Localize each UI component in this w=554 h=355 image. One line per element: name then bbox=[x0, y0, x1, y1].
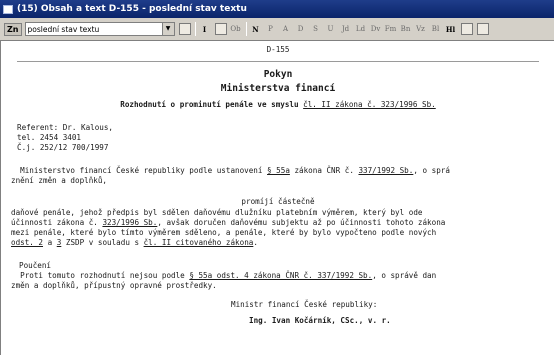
toolbar-button-dv[interactable]: Dv bbox=[370, 22, 382, 36]
paragraph-2-line-3: mezi penále, které bylo tímto výměrem sd… bbox=[11, 228, 437, 237]
toolbar-button-vz[interactable]: Vz bbox=[415, 22, 427, 36]
toolbar-separator bbox=[245, 22, 247, 36]
text: účinnosti zákona č. bbox=[11, 218, 103, 227]
text: Proti tomuto rozhodnutí nejsou podle bbox=[11, 271, 190, 280]
paragraph-1-line-1: Ministerstvo financí České republiky pod… bbox=[11, 166, 450, 175]
law-link[interactable]: § 55a odst. 4 zákona ČNR č. 337/1992 Sb. bbox=[189, 271, 372, 280]
instruction-heading: Poučení bbox=[19, 261, 52, 270]
toolbar-button-ob[interactable]: Ob bbox=[230, 22, 242, 36]
toolbar-button-a[interactable]: A bbox=[280, 22, 292, 36]
toolbar-button-s[interactable]: S bbox=[310, 22, 322, 36]
toolbar-button-hl[interactable]: Hl bbox=[445, 22, 457, 36]
document-icon[interactable] bbox=[214, 23, 227, 35]
info-button[interactable]: I bbox=[199, 22, 211, 36]
chevron-down-icon[interactable]: ▼ bbox=[161, 23, 174, 35]
text: a bbox=[43, 238, 57, 247]
toolbar: Zn poslední stav textu ▼ I Ob N P A D S … bbox=[0, 18, 554, 41]
toolbar-button-bl[interactable]: Bl bbox=[430, 22, 442, 36]
title-bar: (15) Obsah a text D-155 - poslední stav … bbox=[0, 0, 554, 18]
text: , o správě dan bbox=[372, 271, 437, 280]
version-select-value: poslední stav textu bbox=[27, 24, 100, 34]
version-select[interactable]: poslední stav textu ▼ bbox=[24, 22, 175, 36]
toolbar-button-n[interactable]: N bbox=[250, 22, 262, 36]
window-icon bbox=[3, 4, 13, 14]
law-link[interactable]: 337/1992 Sb. bbox=[358, 166, 413, 175]
paragraph-2-line-4: odst. 2 a 3 ZSDP v souladu s čl. II cito… bbox=[11, 238, 258, 247]
text: , avšak doručen daňovému subjektu až po … bbox=[157, 218, 446, 227]
document-kind: Pokyn bbox=[263, 69, 293, 80]
toolbar-button-ld[interactable]: Ld bbox=[355, 22, 367, 36]
toolbar-button-bn[interactable]: Bn bbox=[400, 22, 412, 36]
toolbar-button-fm[interactable]: Fm bbox=[385, 22, 397, 36]
header-divider bbox=[17, 61, 539, 62]
toolbar-label: Zn bbox=[4, 22, 22, 36]
text: , o sprá bbox=[413, 166, 450, 175]
paragraph-2-line-2: účinnosti zákona č. 323/1996 Sb., avšak … bbox=[11, 218, 445, 227]
referent: Referent: Dr. Kalous, bbox=[17, 123, 114, 132]
text: zákona ČNR č. bbox=[289, 166, 359, 175]
history-icon[interactable] bbox=[178, 23, 191, 35]
text: . bbox=[253, 238, 258, 247]
decision-heading: promíjí částečně bbox=[241, 197, 315, 206]
print-icon[interactable] bbox=[460, 23, 473, 35]
signature-name: Ing. Ivan Kočárník, CSc., v. r. bbox=[249, 316, 391, 325]
telephone: tel. 2454 3401 bbox=[17, 133, 82, 142]
toolbar-button-u[interactable]: U bbox=[325, 22, 337, 36]
paragraph-1-line-2: znění změn a doplňků, bbox=[11, 176, 108, 185]
text: Ministerstvo financí České republiky pod… bbox=[11, 166, 268, 175]
paragraph-3-line-1: Proti tomuto rozhodnutí nejsou podle § 5… bbox=[11, 271, 436, 280]
law-link[interactable]: čl. II citovaného zákona bbox=[144, 238, 254, 247]
document-subject: Rozhodnutí o prominutí penále ve smyslu … bbox=[1, 100, 554, 109]
paragraph-3-line-2: změn a doplňků, přípustný opravné prostř… bbox=[11, 281, 217, 290]
export-icon[interactable] bbox=[476, 23, 489, 35]
window-title: (15) Obsah a text D-155 - poslední stav … bbox=[17, 4, 247, 14]
law-link[interactable]: 323/1996 Sb. bbox=[102, 218, 157, 227]
text: ZSDP v souladu s bbox=[61, 238, 144, 247]
document-code: D-155 bbox=[266, 45, 290, 54]
subject-link[interactable]: čl. II zákona č. 323/1996 Sb. bbox=[303, 100, 436, 109]
law-link[interactable]: odst. 2 bbox=[11, 238, 43, 247]
paragraph-2-line-1: daňové penále, jehož předpis byl sdělen … bbox=[11, 208, 423, 217]
subject-text: Rozhodnutí o prominutí penále ve smyslu bbox=[120, 100, 304, 109]
document-issuer: Ministerstva financí bbox=[220, 83, 336, 94]
toolbar-button-jd[interactable]: Jd bbox=[340, 22, 352, 36]
signature-title: Ministr financí České republiky: bbox=[231, 300, 378, 309]
toolbar-separator bbox=[194, 22, 196, 36]
law-link[interactable]: § 55a bbox=[267, 166, 290, 175]
toolbar-button-d[interactable]: D bbox=[295, 22, 307, 36]
document-view[interactable]: D-155 Pokyn Ministerstva financí Rozhodn… bbox=[0, 41, 554, 355]
toolbar-button-p[interactable]: P bbox=[265, 22, 277, 36]
reference-number: Č.j. 252/12 700/1997 bbox=[17, 143, 109, 152]
